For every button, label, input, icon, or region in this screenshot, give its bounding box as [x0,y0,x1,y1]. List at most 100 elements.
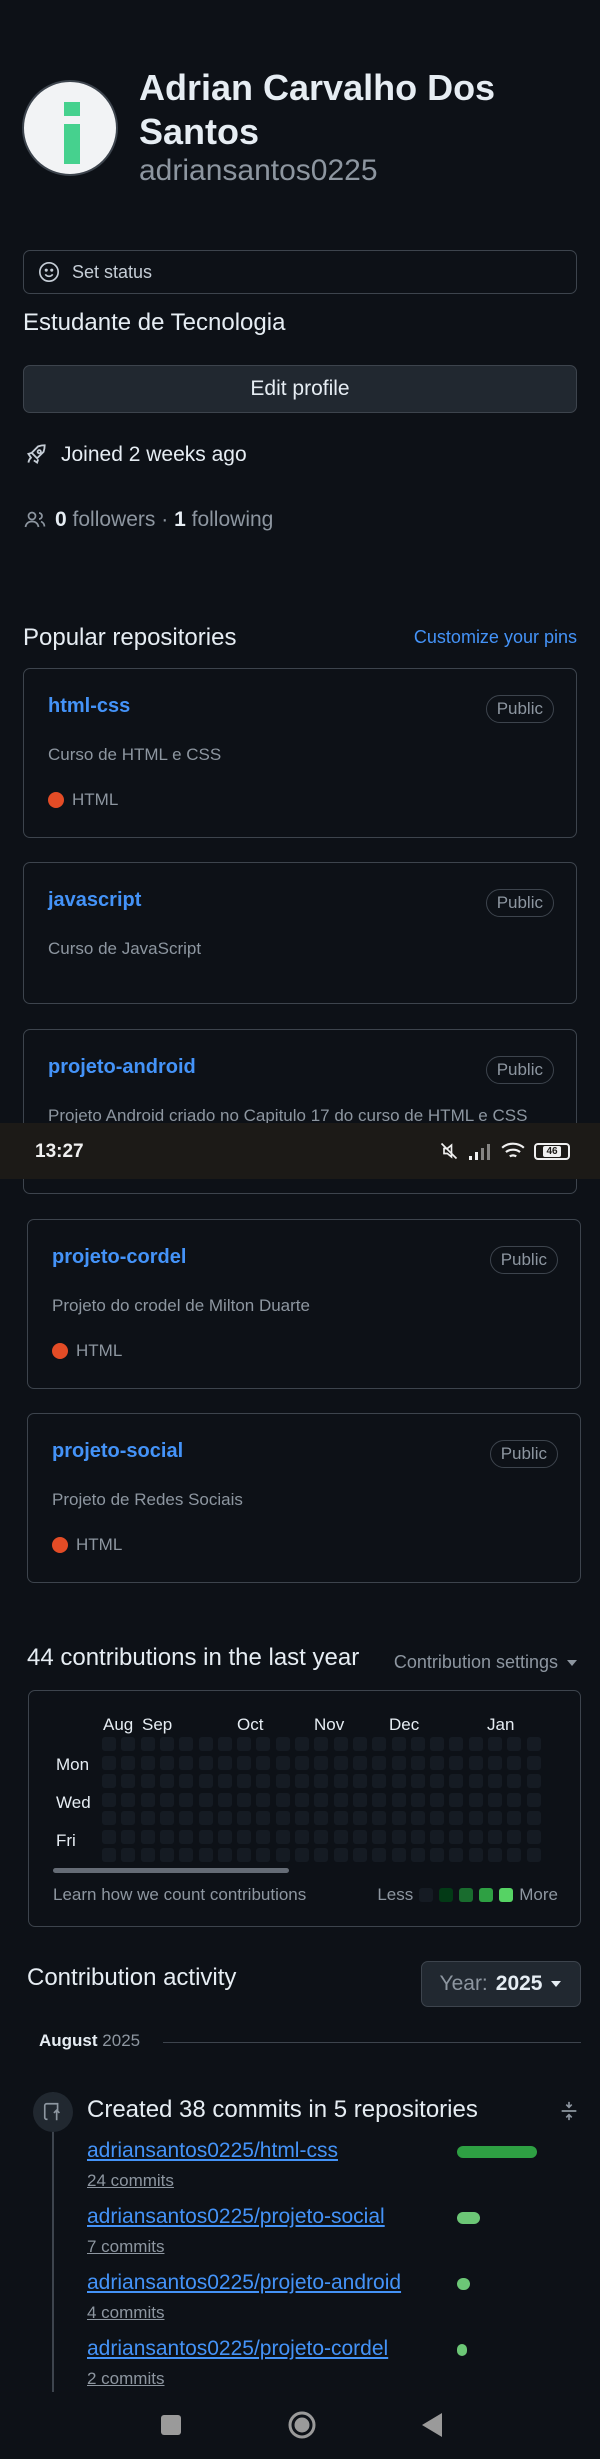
contribution-day-cell[interactable] [352,1774,367,1788]
calendar-scrollbar[interactable] [53,1868,289,1873]
contribution-day-cell[interactable] [121,1737,136,1751]
contribution-day-cell[interactable] [410,1792,425,1807]
contribution-day-cell[interactable] [333,1829,348,1844]
repo-name[interactable]: html-css [48,695,130,718]
avatar[interactable] [22,80,118,176]
contribution-day-cell[interactable] [488,1829,502,1844]
contribution-day-cell[interactable] [526,1829,541,1844]
contribution-day-cell[interactable] [333,1848,348,1862]
collapse-icon[interactable] [558,2100,580,2127]
contribution-day-cell[interactable] [295,1811,309,1825]
contribution-day-cell[interactable] [275,1774,290,1788]
contribution-day-cell[interactable] [237,1811,252,1825]
contribution-day-cell[interactable] [102,1737,116,1751]
repo-name[interactable]: projeto-android [48,1056,196,1079]
contribution-day-cell[interactable] [410,1755,425,1770]
contribution-day-cell[interactable] [314,1848,329,1862]
activity-commit-count[interactable]: 4 commits [87,2303,164,2323]
contribution-day-cell[interactable] [449,1755,464,1770]
contribution-day-cell[interactable] [391,1755,406,1770]
contribution-day-cell[interactable] [237,1737,252,1751]
contribution-day-cell[interactable] [140,1811,155,1825]
activity-commit-count[interactable]: 2 commits [87,2369,164,2389]
contribution-day-cell[interactable] [507,1755,522,1770]
contribution-day-cell[interactable] [256,1848,271,1862]
contribution-day-cell[interactable] [372,1737,387,1751]
contribution-day-cell[interactable] [526,1737,541,1751]
set-status-button[interactable]: Set status [23,250,577,294]
contribution-day-cell[interactable] [295,1848,309,1862]
back-icon[interactable] [420,2412,444,2438]
contribution-day-cell[interactable] [121,1774,136,1788]
contribution-day-cell[interactable] [314,1829,329,1844]
contribution-day-cell[interactable] [198,1848,213,1862]
contribution-day-cell[interactable] [430,1811,445,1825]
customize-pins-link[interactable]: Customize your pins [414,627,577,648]
contribution-day-cell[interactable] [275,1792,290,1807]
contribution-day-cell[interactable] [526,1811,541,1825]
contribution-day-cell[interactable] [449,1792,464,1807]
contribution-day-cell[interactable] [333,1737,348,1751]
contribution-day-cell[interactable] [468,1774,483,1788]
contribution-day-cell[interactable] [352,1737,367,1751]
contribution-day-cell[interactable] [333,1755,348,1770]
contribution-day-cell[interactable] [237,1829,252,1844]
contribution-day-cell[interactable] [430,1755,445,1770]
contribution-day-cell[interactable] [430,1774,445,1788]
activity-repo-link[interactable]: adriansantos0225/projeto-social [87,2205,385,2229]
contribution-day-cell[interactable] [159,1755,174,1770]
contribution-day-cell[interactable] [198,1774,213,1788]
contribution-day-cell[interactable] [295,1774,309,1788]
contribution-day-cell[interactable] [179,1811,194,1825]
contribution-day-cell[interactable] [198,1811,213,1825]
contribution-day-cell[interactable] [159,1811,174,1825]
contribution-day-cell[interactable] [275,1848,290,1862]
contribution-day-cell[interactable] [256,1792,271,1807]
contribution-day-cell[interactable] [507,1737,522,1751]
contribution-day-cell[interactable] [507,1811,522,1825]
contribution-day-cell[interactable] [256,1737,271,1751]
contribution-day-cell[interactable] [159,1848,174,1862]
contribution-day-cell[interactable] [140,1755,155,1770]
contribution-day-cell[interactable] [102,1792,116,1807]
contribution-day-cell[interactable] [352,1811,367,1825]
activity-repo-link[interactable]: adriansantos0225/projeto-android [87,2271,401,2295]
contribution-day-cell[interactable] [121,1848,136,1862]
contribution-day-cell[interactable] [468,1792,483,1807]
contribution-day-cell[interactable] [102,1811,116,1825]
contribution-day-cell[interactable] [179,1774,194,1788]
activity-repo-link[interactable]: adriansantos0225/projeto-cordel [87,2337,388,2361]
contribution-day-cell[interactable] [449,1829,464,1844]
contribution-day-cell[interactable] [179,1848,194,1862]
contribution-day-cell[interactable] [140,1792,155,1807]
contribution-day-cell[interactable] [314,1755,329,1770]
contribution-day-cell[interactable] [410,1848,425,1862]
recent-apps-icon[interactable] [160,2414,182,2436]
contribution-day-cell[interactable] [410,1829,425,1844]
contribution-day-cell[interactable] [275,1811,290,1825]
contribution-day-cell[interactable] [217,1792,232,1807]
contribution-day-cell[interactable] [121,1755,136,1770]
contribution-day-cell[interactable] [237,1755,252,1770]
contribution-day-cell[interactable] [391,1811,406,1825]
contribution-day-cell[interactable] [237,1792,252,1807]
contribution-day-cell[interactable] [333,1811,348,1825]
contribution-day-cell[interactable] [507,1792,522,1807]
contribution-day-cell[interactable] [391,1848,406,1862]
contribution-day-cell[interactable] [391,1774,406,1788]
contribution-day-cell[interactable] [352,1848,367,1862]
contribution-day-cell[interactable] [217,1774,232,1788]
contribution-day-cell[interactable] [430,1737,445,1751]
contribution-day-cell[interactable] [140,1737,155,1751]
contribution-day-cell[interactable] [410,1811,425,1825]
contribution-day-cell[interactable] [140,1829,155,1844]
contribution-day-cell[interactable] [275,1737,290,1751]
repo-card[interactable]: projeto-cordel Public Projeto do crodel … [27,1219,581,1389]
contribution-day-cell[interactable] [256,1774,271,1788]
repo-card[interactable]: javascript Public Curso de JavaScript [23,862,577,1004]
contribution-day-cell[interactable] [488,1737,502,1751]
contribution-day-cell[interactable] [372,1774,387,1788]
contribution-day-cell[interactable] [295,1829,309,1844]
contribution-day-cell[interactable] [198,1737,213,1751]
contribution-day-cell[interactable] [449,1811,464,1825]
